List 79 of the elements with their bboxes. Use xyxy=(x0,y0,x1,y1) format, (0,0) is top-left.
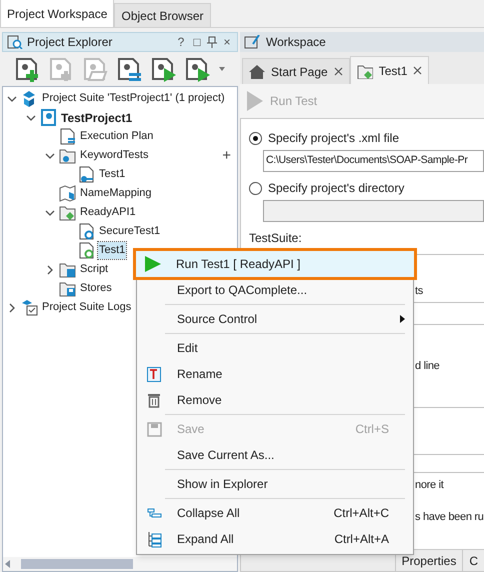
menu-item[interactable]: Save Current As... xyxy=(137,442,413,468)
radio-button[interactable] xyxy=(249,132,262,144)
run-suite-icon xyxy=(184,56,210,82)
workspace-tab[interactable]: Object Browser xyxy=(114,3,211,27)
tree-item[interactable]: Stores xyxy=(79,280,113,297)
folder-icon xyxy=(59,204,76,221)
collapse-tree-icon xyxy=(146,507,162,519)
scroll-left-icon xyxy=(5,560,11,568)
tree-item[interactable]: Project Suite Logs xyxy=(41,299,132,316)
field-label: TestSuite: xyxy=(249,230,303,247)
document-icon xyxy=(59,128,76,145)
option-text: nore it xyxy=(415,478,445,493)
search-icon xyxy=(7,35,23,49)
tree-item[interactable]: Execution Plan xyxy=(79,128,154,145)
menu-item[interactable]: Run Test1 [ ReadyAPI ] xyxy=(136,251,414,277)
menu-item[interactable]: Expand All Ctrl+Alt+A xyxy=(137,526,413,552)
option-text: s have been ru xyxy=(415,510,484,524)
tab-label: Test1 xyxy=(378,62,408,80)
scrollbar-thumb[interactable] xyxy=(21,559,133,569)
menu-item[interactable]: Export to QAComplete... xyxy=(137,277,413,303)
tree-item[interactable]: NameMapping xyxy=(79,185,153,202)
folder-icon xyxy=(59,147,76,164)
tree-item[interactable]: Script xyxy=(79,261,110,278)
document-tab[interactable]: Start Page xyxy=(242,58,350,84)
panel-control[interactable]: ? xyxy=(175,36,187,48)
panel-title: Project Explorer xyxy=(27,34,114,51)
bottom-tab[interactable]: C xyxy=(462,550,484,571)
add-button[interactable]: + xyxy=(222,148,231,163)
tree-item[interactable]: ReadyAPI1 xyxy=(79,204,137,221)
tree-item[interactable]: KeywordTests xyxy=(79,147,150,164)
folder-icon xyxy=(59,261,76,278)
document-tab[interactable]: Test1 xyxy=(350,56,430,84)
menu-item[interactable]: Collapse All Ctrl+Alt+C xyxy=(137,500,413,526)
expand-tree-icon xyxy=(146,530,162,548)
radio-button[interactable] xyxy=(249,182,262,194)
key-document-icon xyxy=(78,166,95,183)
panel-control[interactable]: × xyxy=(221,36,233,48)
open-folder-icon xyxy=(82,56,108,82)
document-icon xyxy=(78,223,95,240)
tree-item[interactable]: SecureTest1 xyxy=(98,223,162,240)
folder-icon xyxy=(59,280,76,297)
add-project-icon xyxy=(14,56,40,82)
trash-icon xyxy=(147,392,161,408)
tree-item[interactable]: Test1 xyxy=(98,166,126,183)
execution-plan-icon xyxy=(116,56,142,82)
menu-item[interactable]: Edit xyxy=(137,335,413,361)
add-item-icon xyxy=(48,56,74,82)
dropdown-caret-icon xyxy=(218,66,226,72)
folder-icon xyxy=(356,62,373,78)
path-field[interactable] xyxy=(263,200,484,222)
option-label: Specify project's directory xyxy=(268,180,404,197)
submenu-arrow-icon xyxy=(400,315,405,323)
document-icon xyxy=(78,242,95,259)
close-icon xyxy=(413,66,422,75)
play-icon xyxy=(144,255,162,273)
menu-item[interactable]: Rename xyxy=(137,361,413,387)
house-icon xyxy=(249,64,265,80)
menu-item[interactable]: Source Control xyxy=(137,306,413,332)
map-icon xyxy=(59,185,76,202)
path-field[interactable]: C:\Users\Tester\Documents\SOAP-Sample-Pr xyxy=(263,150,484,172)
panel-control[interactable]: □ xyxy=(191,36,203,48)
tab-label: Start Page xyxy=(271,64,328,80)
panel-title: Workspace xyxy=(266,34,326,51)
option-text: d line xyxy=(415,358,440,374)
tree-item[interactable]: TestProject1 xyxy=(60,108,134,126)
rename-icon xyxy=(147,366,161,382)
option-text: ts xyxy=(415,284,424,299)
run-project-icon xyxy=(150,56,176,82)
workspace-tab[interactable]: Project Workspace xyxy=(0,0,114,27)
tree-item[interactable]: Test1 xyxy=(98,242,126,259)
menu-item[interactable]: Remove xyxy=(137,387,413,413)
option-label: Specify project's .xml file xyxy=(268,130,399,147)
pin-icon xyxy=(207,36,217,48)
menu-item[interactable]: Show in Explorer xyxy=(137,471,413,497)
tree-item[interactable]: Project Suite 'TestProject1' (1 project) xyxy=(41,90,226,107)
document-icon xyxy=(40,109,57,126)
edit-icon xyxy=(244,35,260,49)
play-icon xyxy=(246,91,264,111)
close-icon xyxy=(334,67,343,76)
